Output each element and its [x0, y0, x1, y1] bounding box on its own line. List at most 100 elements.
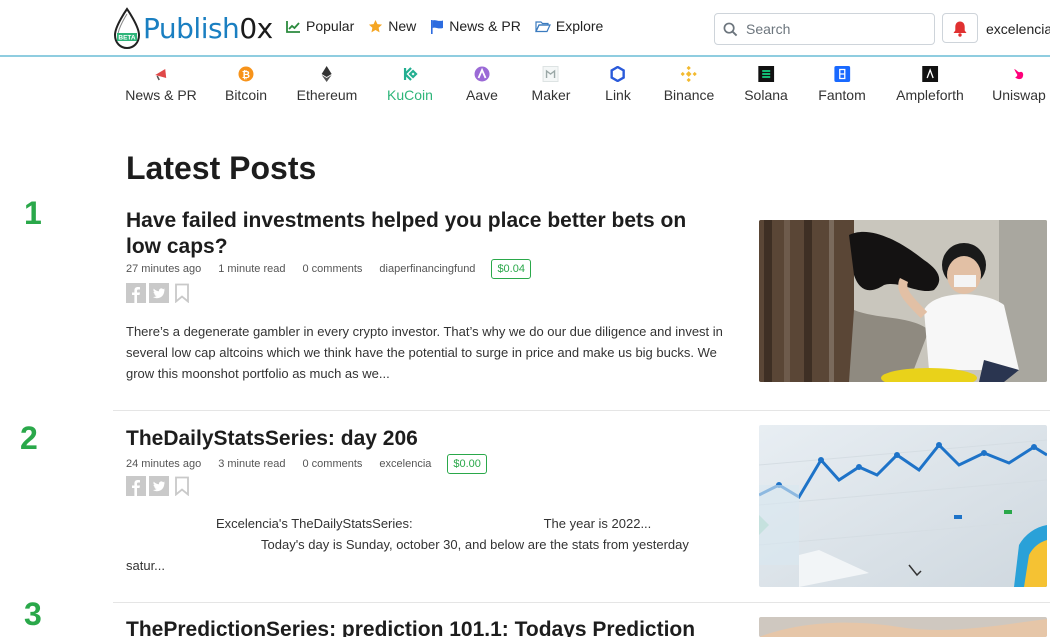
facebook-share-icon[interactable] [126, 283, 146, 303]
nav-explore[interactable]: Explore [534, 18, 604, 34]
twitter-share-icon[interactable] [149, 283, 169, 303]
category-solana[interactable]: Solana [744, 66, 788, 103]
star-icon [369, 19, 383, 32]
bookmark-icon[interactable] [172, 283, 192, 303]
post-excerpt-line: Today's day is Sunday, october 30, and b… [261, 537, 689, 552]
post-meta: 24 minutes ago 3 minute read 0 comments … [126, 454, 504, 474]
chainlink-icon [610, 66, 626, 82]
post-rank-number: 1 [24, 195, 42, 231]
category-label: Fantom [818, 87, 866, 103]
search-icon [723, 22, 738, 36]
nav-news-pr[interactable]: News & PR [430, 18, 521, 34]
category-ampleforth[interactable]: Ampleforth [896, 66, 964, 103]
post-thumbnail[interactable] [759, 425, 1047, 587]
post-comments-link[interactable]: 0 comments [302, 458, 362, 470]
nav-popular[interactable]: Popular [286, 18, 354, 34]
post-read-time: 3 minute read [218, 458, 286, 470]
uniswap-icon [1011, 66, 1027, 82]
maker-icon [543, 66, 559, 82]
post-card: Have failed investments helped you place… [113, 205, 1050, 395]
category-label: Link [605, 87, 631, 103]
post-author-link[interactable]: diaperfinancingfund [379, 263, 475, 275]
category-link[interactable]: Link [605, 66, 631, 103]
post-thumbnail[interactable] [759, 617, 1047, 637]
post-author-link[interactable]: excelencia [379, 458, 431, 470]
post-comments-link[interactable]: 0 comments [302, 263, 362, 275]
post-excerpt-line: Excelencia's TheDailyStatsSeries: [216, 516, 413, 531]
flag-icon [431, 19, 444, 34]
kucoin-icon [402, 66, 418, 82]
ampleforth-icon [921, 66, 938, 82]
category-label: Ethereum [296, 87, 358, 103]
site-logo[interactable]: BETA Publish0x [112, 6, 273, 50]
folder-open-icon [534, 20, 551, 32]
nav-new-label: New [388, 18, 417, 34]
bitcoin-icon: ₿ [238, 66, 254, 82]
svg-text:₿: ₿ [242, 69, 250, 81]
post-excerpt: Excelencia's TheDailyStatsSeries: The yea… [126, 513, 741, 576]
nav-explore-label: Explore [555, 18, 604, 34]
post-title-link[interactable]: ThePredictionSeries: prediction 101.1: T… [126, 617, 746, 637]
search-box [714, 13, 935, 45]
post-excerpt-line: satur... [126, 558, 166, 573]
post-divider [113, 410, 1050, 411]
twitter-share-icon[interactable] [149, 476, 169, 496]
nav-popular-label: Popular [306, 18, 355, 34]
page-title: Latest Posts [126, 150, 317, 186]
category-label: Bitcoin [224, 87, 268, 103]
share-buttons [126, 283, 192, 303]
aave-icon [474, 66, 490, 82]
username-link[interactable]: excelencia [986, 21, 1050, 37]
post-time: 24 minutes ago [126, 458, 202, 470]
category-bar: News & PR ₿ Bitcoin Ethereum KuCoin Aave… [0, 66, 1050, 106]
category-label: KuCoin [387, 87, 433, 103]
tip-badge[interactable]: $0.04 [491, 259, 531, 279]
category-label: News & PR [125, 87, 197, 103]
category-label: Aave [466, 87, 498, 103]
megaphone-icon [153, 66, 169, 82]
share-buttons [126, 476, 192, 496]
binance-icon [681, 66, 697, 82]
post-rank-number: 2 [20, 420, 38, 456]
post-rank-number: 3 [24, 596, 42, 632]
drop-logo-icon: BETA [113, 7, 141, 50]
post-excerpt: There’s a degenerate gambler in every cr… [126, 324, 723, 381]
category-aave[interactable]: Aave [466, 66, 498, 103]
top-navbar: BETA Publish0x Popular New News & PR Exp… [0, 0, 1050, 57]
tip-badge[interactable]: $0.00 [447, 454, 487, 474]
facebook-share-icon[interactable] [126, 476, 146, 496]
post-title-link[interactable]: Have failed investments helped you place… [126, 208, 726, 260]
category-maker[interactable]: Maker [532, 66, 570, 103]
logo-text: Publish0x [143, 11, 273, 45]
post-thumbnail[interactable] [759, 220, 1047, 382]
bell-icon [953, 21, 967, 37]
category-kucoin[interactable]: KuCoin [387, 66, 433, 103]
post-excerpt-line: The year is 2022... [543, 516, 652, 531]
nav-new[interactable]: New [368, 18, 416, 34]
post-card: ThePredictionSeries: prediction 101.1: T… [113, 614, 1050, 637]
notifications-button[interactable] [942, 13, 978, 43]
svg-text:BETA: BETA [118, 35, 136, 42]
category-ethereum[interactable]: Ethereum [296, 66, 358, 103]
post-title-link[interactable]: TheDailyStatsSeries: day 206 [126, 426, 726, 452]
bookmark-icon[interactable] [172, 476, 192, 496]
category-uniswap[interactable]: Uniswap [992, 66, 1046, 103]
category-label: Ampleforth [896, 87, 964, 103]
category-binance[interactable]: Binance [664, 66, 714, 103]
analytics-chart-photo-image [759, 425, 1047, 587]
post-divider [113, 602, 1050, 603]
category-fantom[interactable]: Fantom [818, 66, 866, 103]
category-label: Solana [744, 87, 788, 103]
main-nav: Popular New News & PR Explore [286, 18, 603, 34]
post-meta: 27 minutes ago 1 minute read 0 comments … [126, 259, 548, 279]
horse-photo-image [759, 220, 1047, 382]
fantom-icon [834, 66, 850, 82]
category-bitcoin[interactable]: ₿ Bitcoin [225, 66, 267, 103]
solana-icon [758, 66, 774, 82]
category-news-pr[interactable]: News & PR [125, 66, 197, 103]
post-read-time: 1 minute read [218, 263, 286, 275]
chart-line-icon [286, 20, 300, 33]
post-photo-image [759, 617, 1047, 637]
nav-news-pr-label: News & PR [449, 18, 521, 34]
search-input[interactable] [746, 21, 926, 37]
